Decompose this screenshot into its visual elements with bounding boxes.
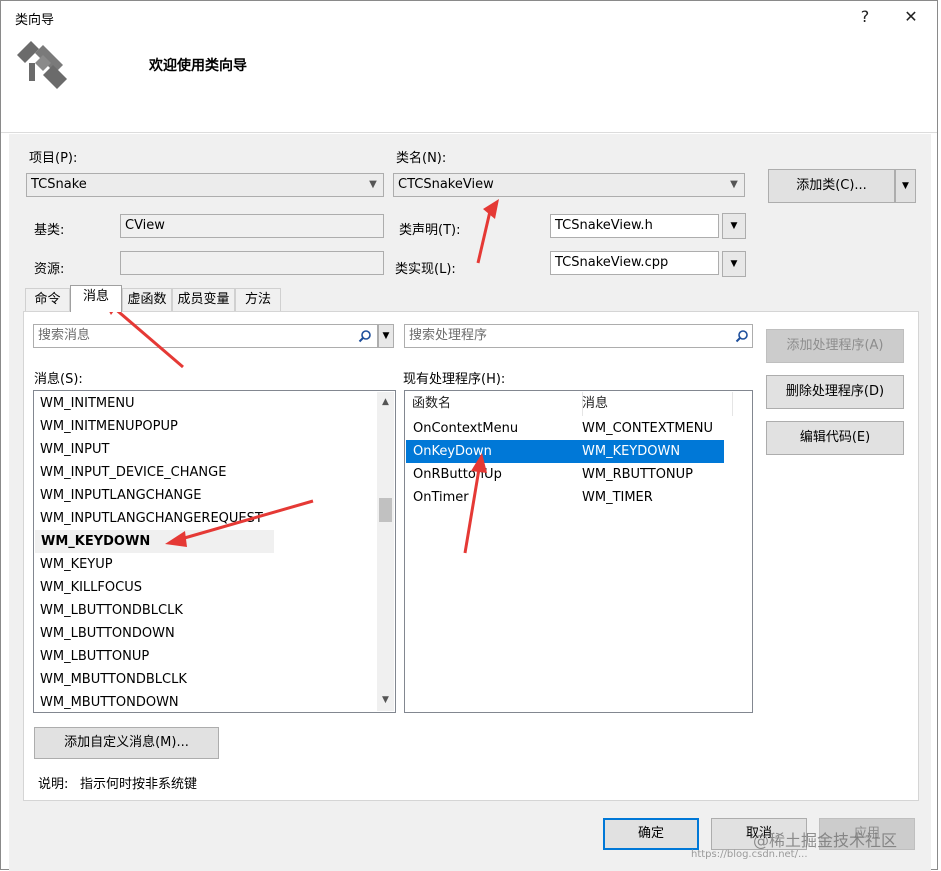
welcome-heading: 欢迎使用类向导: [149, 58, 247, 74]
project-value: TCSnake: [31, 177, 87, 192]
search-icon[interactable]: [735, 329, 749, 343]
add-handler-button[interactable]: 添加处理程序(A): [766, 329, 904, 363]
message-list-item[interactable]: WM_LBUTTONDBLCLK: [40, 599, 183, 622]
class-wizard-dialog: 类向导 ? ✕ 欢迎使用类向导 项目(P): TCSnake ▼ 类名(N): …: [0, 0, 938, 871]
handler-message-name: WM_KEYDOWN: [582, 444, 681, 459]
handlers-listview[interactable]: 函数名 消息 OnContextMenu WM_CONTEXTMENU OnKeyD…: [404, 390, 753, 713]
wizard-header: [1, 33, 937, 133]
handler-row[interactable]: OnTimer WM_TIMER: [406, 486, 724, 509]
resource-field: [120, 251, 384, 275]
message-list-item[interactable]: WM_LBUTTONUP: [40, 645, 149, 668]
message-list-item[interactable]: WM_KEYUP: [40, 553, 113, 576]
handler-function-name: OnContextMenu: [413, 421, 519, 436]
handler-function-name: OnRButtonUp: [413, 467, 502, 482]
add-custom-message-button[interactable]: 添加自定义消息(M)...: [34, 727, 219, 759]
tab-messages[interactable]: 消息: [70, 285, 122, 312]
add-class-dropdown-button[interactable]: ▼: [895, 169, 916, 203]
project-label: 项目(P):: [29, 151, 78, 166]
handler-row[interactable]: OnContextMenu WM_CONTEXTMENU: [406, 417, 724, 440]
class-declaration-label: 类声明(T):: [399, 223, 461, 238]
handler-search-placeholder: 搜索处理程序: [409, 328, 488, 343]
handler-message-name: WM_CONTEXTMENU: [582, 421, 714, 436]
message-list-item[interactable]: WM_INPUT_DEVICE_CHANGE: [40, 461, 226, 484]
declaration-dropdown-button[interactable]: ▼: [722, 213, 746, 239]
message-list-item[interactable]: WM_LBUTTONDOWN: [40, 622, 175, 645]
message-list-item[interactable]: WM_KEYDOWN: [35, 530, 274, 553]
watermark-text: @稀土掘金技术社区: [753, 831, 898, 850]
ok-button[interactable]: 确定: [603, 818, 699, 850]
tab-commands[interactable]: 命令: [25, 288, 70, 311]
watermark-url: https://blog.csdn.net/...: [691, 849, 808, 860]
message-list-item[interactable]: WM_MBUTTONDBLCLK: [40, 668, 187, 691]
messages-scrollbar[interactable]: ▲ ▼: [377, 392, 394, 711]
base-class-label: 基类:: [34, 223, 65, 238]
handler-function-name: OnKeyDown: [413, 444, 492, 459]
message-search-input[interactable]: 搜索消息: [33, 324, 378, 348]
column-header-message[interactable]: 消息: [576, 392, 733, 416]
implementation-dropdown-button[interactable]: ▼: [722, 251, 746, 277]
help-button[interactable]: ?: [851, 5, 879, 29]
class-declaration-field[interactable]: TCSnakeView.h: [550, 214, 719, 238]
close-button[interactable]: ✕: [897, 5, 925, 29]
messages-listbox[interactable]: WM_INITMENU WM_INITMENUPOPUP WM_INPUT WM_IN…: [33, 390, 396, 713]
search-icon[interactable]: [358, 329, 372, 343]
tab-methods[interactable]: 方法: [235, 288, 281, 311]
class-implementation-field[interactable]: TCSnakeView.cpp: [550, 251, 719, 275]
chevron-down-icon: ▼: [369, 179, 377, 190]
column-header-function[interactable]: 函数名: [406, 392, 583, 416]
title-bar: 类向导 ? ✕: [1, 1, 937, 33]
message-list-item[interactable]: WM_INITMENUPOPUP: [40, 415, 178, 438]
classname-label: 类名(N):: [396, 151, 447, 166]
description-label: 说明:: [38, 777, 69, 792]
resource-label: 资源:: [34, 262, 65, 277]
message-search-placeholder: 搜索消息: [38, 328, 91, 343]
messages-list-label: 消息(S):: [34, 372, 83, 387]
handler-search-input[interactable]: 搜索处理程序: [404, 324, 753, 348]
message-list-item[interactable]: WM_MBUTTONDOWN: [40, 691, 179, 712]
handler-message-name: WM_RBUTTONUP: [582, 467, 694, 482]
message-list-item[interactable]: WM_KILLFOCUS: [40, 576, 142, 599]
base-class-field: CView: [120, 214, 384, 238]
message-list-item[interactable]: WM_INPUTLANGCHANGE: [40, 484, 201, 507]
message-list-item[interactable]: WM_INPUT: [40, 438, 109, 461]
project-combo[interactable]: TCSnake ▼: [26, 173, 384, 197]
tab-member-variables[interactable]: 成员变量: [172, 288, 235, 311]
scroll-up-icon[interactable]: ▲: [377, 394, 394, 411]
scroll-down-icon[interactable]: ▼: [377, 692, 394, 709]
handler-row[interactable]: OnRButtonUp WM_RBUTTONUP: [406, 463, 724, 486]
edit-code-button[interactable]: 编辑代码(E): [766, 421, 904, 455]
scroll-thumb[interactable]: [379, 498, 392, 522]
handler-row[interactable]: OnKeyDown WM_KEYDOWN: [406, 440, 724, 463]
class-wizard-logo-icon: [17, 41, 67, 89]
add-class-button[interactable]: 添加类(C)...: [768, 169, 895, 203]
handler-function-name: OnTimer: [413, 490, 469, 505]
message-list-item[interactable]: WM_INPUTLANGCHANGEREQUEST: [40, 507, 263, 530]
class-implementation-label: 类实现(L):: [395, 262, 456, 277]
chevron-down-icon: ▼: [730, 179, 738, 190]
existing-handlers-label: 现有处理程序(H):: [403, 372, 506, 387]
delete-handler-button[interactable]: 删除处理程序(D): [766, 375, 904, 409]
description-text: 指示何时按非系统键: [80, 777, 198, 792]
message-list-item[interactable]: WM_INITMENU: [40, 392, 135, 415]
classname-combo[interactable]: CTCSnakeView ▼: [393, 173, 745, 197]
classname-value: CTCSnakeView: [398, 177, 494, 192]
window-title: 类向导: [15, 13, 55, 28]
message-search-dropdown-button[interactable]: ▼: [378, 324, 394, 348]
tab-virtual-functions[interactable]: 虚函数: [122, 288, 172, 311]
handler-message-name: WM_TIMER: [582, 490, 653, 505]
